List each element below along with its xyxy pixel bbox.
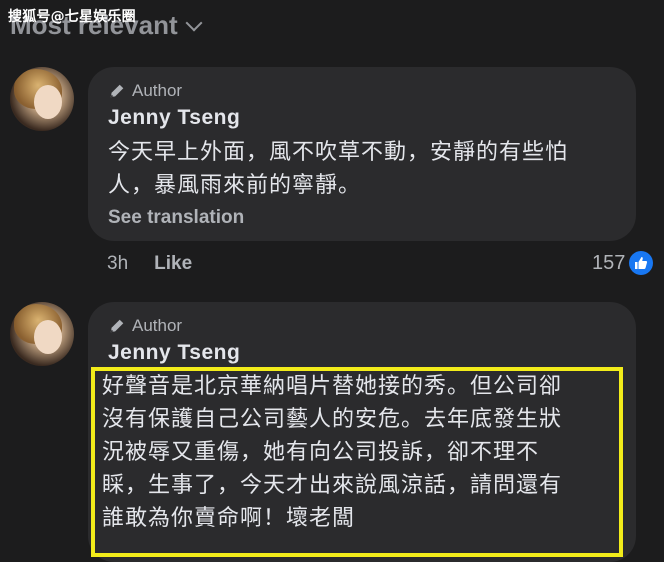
watermark: 搜狐号@七星娱乐圈	[8, 9, 136, 25]
pen-icon	[110, 84, 124, 98]
comment-text: 今天早上外面，風不吹草不動，安靜的有些怕 人，暴風雨來前的寧靜。	[108, 136, 628, 202]
see-translation-link[interactable]: See translation	[108, 207, 244, 229]
highlight-box	[91, 367, 623, 557]
chevron-down-icon[interactable]	[185, 14, 203, 31]
commenter-name[interactable]: Jenny Tseng	[108, 106, 240, 130]
thumbs-up-icon	[629, 251, 654, 275]
author-badge: Author	[108, 81, 182, 101]
like-button[interactable]: Like	[154, 253, 192, 275]
author-badge: Author	[108, 316, 182, 336]
comment-text-line: 人，暴風雨來前的寧靜。	[108, 173, 362, 198]
reaction-count[interactable]: 157	[592, 251, 654, 275]
comment-timestamp: 3h	[107, 253, 129, 274]
comment-text-line: 今天早上外面，風不吹草不動，安靜的有些怕	[108, 140, 569, 165]
author-badge-label: Author	[132, 316, 183, 335]
author-badge-label: Author	[132, 81, 183, 100]
avatar[interactable]	[10, 302, 74, 366]
pen-icon	[110, 319, 124, 333]
reaction-count-value: 157	[592, 251, 626, 274]
commenter-name[interactable]: Jenny Tseng	[108, 341, 240, 365]
avatar[interactable]	[10, 67, 74, 131]
